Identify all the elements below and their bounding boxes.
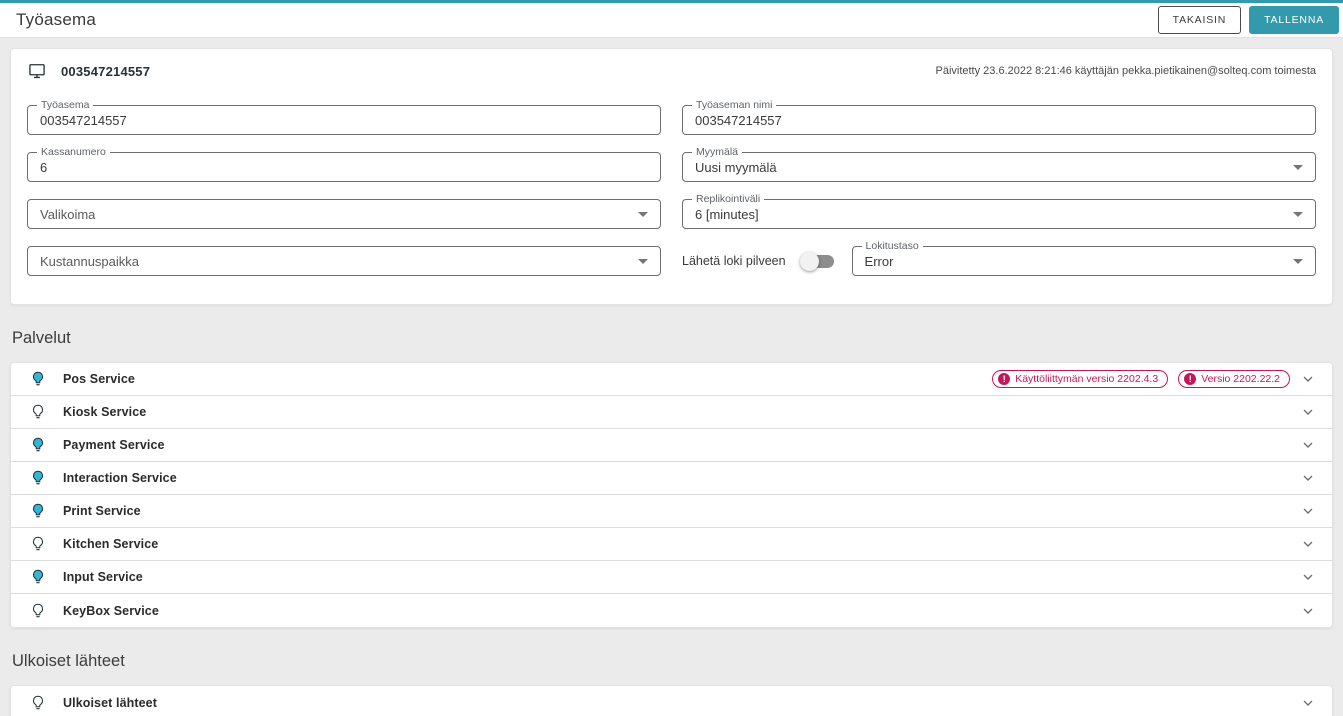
save-button[interactable]: TALLENNA	[1249, 6, 1339, 34]
caret-down-icon	[1293, 164, 1303, 170]
tyoasema-field[interactable]: Työasema 003547214557	[27, 99, 661, 135]
chevron-down-icon[interactable]	[1300, 470, 1316, 486]
caret-down-icon	[1293, 258, 1303, 264]
error-icon: !	[998, 373, 1011, 385]
service-name: Kiosk Service	[63, 405, 147, 419]
service-row-kitchen[interactable]: Kitchen Service	[11, 528, 1332, 561]
kustannuspaikka-select[interactable]: Kustannuspaikka	[27, 246, 661, 276]
tyoasema-label: Työasema	[37, 99, 94, 111]
external-sources-row[interactable]: Ulkoiset lähteet	[11, 686, 1332, 716]
valikoima-placeholder: Valikoima	[40, 206, 96, 222]
lightbulb-icon	[33, 371, 43, 386]
badge-text: Versio 2202.22.2	[1201, 373, 1280, 385]
chevron-down-icon[interactable]	[1300, 371, 1316, 387]
services-heading: Palvelut	[12, 329, 71, 347]
back-button[interactable]: TAKAISIN	[1157, 6, 1242, 34]
service-name: Input Service	[63, 570, 143, 584]
chevron-down-icon[interactable]	[1300, 503, 1316, 519]
external-source-name: Ulkoiset lähteet	[63, 695, 157, 710]
lokitustaso-label: Lokitustaso	[861, 240, 923, 252]
tyoaseman-nimi-label: Työaseman nimi	[692, 99, 777, 111]
tyoasema-value: 003547214557	[40, 112, 127, 128]
service-name: Interaction Service	[63, 471, 177, 485]
valikoima-select[interactable]: Valikoima	[27, 199, 661, 229]
lightbulb-icon	[33, 503, 43, 518]
replikointivali-label: Replikointiväli	[692, 193, 765, 205]
service-row-print[interactable]: Print Service	[11, 495, 1332, 528]
laheta-loki-label: Lähetä loki pilveen	[682, 254, 786, 268]
services-list: Pos Service ! Käyttöliittymän versio 220…	[10, 362, 1333, 628]
caret-down-icon	[1293, 211, 1303, 217]
log-settings-cell: Lähetä loki pilveen Lokitustaso Error	[682, 240, 1316, 276]
chevron-down-icon[interactable]	[1300, 695, 1316, 711]
chevron-down-icon[interactable]	[1300, 569, 1316, 585]
service-row-payment[interactable]: Payment Service	[11, 429, 1332, 462]
external-sources-heading: Ulkoiset lähteet	[12, 652, 125, 670]
tyoaseman-nimi-field[interactable]: Työaseman nimi 003547214557	[682, 99, 1316, 135]
main-content: 003547214557 Päivitetty 23.6.2022 8:21:4…	[0, 38, 1343, 716]
service-row-keybox[interactable]: KeyBox Service	[11, 594, 1332, 627]
workstation-card: 003547214557 Päivitetty 23.6.2022 8:21:4…	[10, 48, 1333, 305]
lightbulb-icon	[33, 437, 43, 452]
external-sources-list: Ulkoiset lähteet	[10, 685, 1333, 716]
replikointivali-select[interactable]: Replikointiväli 6 [minutes]	[682, 193, 1316, 229]
service-row-input[interactable]: Input Service	[11, 561, 1332, 594]
lightbulb-icon	[33, 569, 43, 584]
top-app-bar: Työasema TAKAISIN TALLENNA	[0, 0, 1343, 38]
kustannuspaikka-placeholder: Kustannuspaikka	[40, 253, 140, 269]
lightbulb-icon	[33, 695, 43, 709]
kassanumero-value: 6	[40, 159, 48, 175]
badge-text: Käyttöliittymän versio 2202.4.3	[1015, 373, 1159, 385]
chevron-down-icon[interactable]	[1300, 404, 1316, 420]
myymala-value: Uusi myymälä	[695, 159, 777, 175]
lokitustaso-value: Error	[864, 253, 894, 269]
service-row-right	[1300, 404, 1316, 420]
tyoaseman-nimi-value: 003547214557	[695, 112, 782, 128]
service-row-right	[1300, 437, 1316, 453]
version-badge: ! Versio 2202.22.2	[1178, 370, 1290, 388]
service-row-right	[1300, 603, 1316, 619]
kassanumero-field[interactable]: Kassanumero 6	[27, 146, 661, 182]
kassanumero-label: Kassanumero	[37, 146, 110, 158]
lightbulb-icon	[33, 404, 43, 419]
version-badge: ! Käyttöliittymän versio 2202.4.3	[992, 370, 1169, 388]
service-row-interaction[interactable]: Interaction Service	[11, 462, 1332, 495]
service-name: Payment Service	[63, 438, 165, 452]
lightbulb-icon	[33, 470, 43, 485]
service-row-right	[1300, 536, 1316, 552]
lightbulb-icon	[33, 603, 43, 617]
caret-down-icon	[638, 258, 648, 264]
service-name: Print Service	[63, 504, 141, 518]
service-row-right	[1300, 470, 1316, 486]
page-title: Työasema	[16, 10, 97, 29]
chevron-down-icon[interactable]	[1300, 536, 1316, 552]
monitor-icon	[29, 64, 45, 79]
replikointivali-value: 6 [minutes]	[695, 206, 759, 222]
workstation-card-header: 003547214557 Päivitetty 23.6.2022 8:21:4…	[27, 61, 1316, 81]
service-row-right	[1300, 503, 1316, 519]
lightbulb-icon	[33, 536, 43, 551]
caret-down-icon	[638, 211, 648, 217]
chevron-down-icon[interactable]	[1300, 603, 1316, 619]
service-name: KeyBox Service	[63, 603, 159, 618]
service-row-right	[1300, 695, 1316, 711]
workstation-id: 003547214557	[61, 63, 151, 79]
chevron-down-icon[interactable]	[1300, 437, 1316, 453]
workstation-identity: 003547214557	[27, 61, 150, 81]
laheta-loki-toggle[interactable]	[799, 251, 834, 271]
topbar-actions: TAKAISIN TALLENNA	[1157, 6, 1339, 34]
toggle-knob	[799, 251, 819, 271]
updated-info: Päivitetty 23.6.2022 8:21:46 käyttäjän p…	[935, 65, 1316, 77]
error-icon: !	[1184, 373, 1197, 385]
service-row-kiosk[interactable]: Kiosk Service	[11, 396, 1332, 429]
myymala-label: Myymälä	[692, 146, 743, 158]
workstation-form: Työasema 003547214557 Työaseman nimi 003…	[27, 99, 1316, 276]
service-row-pos[interactable]: Pos Service ! Käyttöliittymän versio 220…	[11, 363, 1332, 396]
service-row-right	[1300, 569, 1316, 585]
service-name: Kitchen Service	[63, 537, 159, 551]
service-row-right: ! Käyttöliittymän versio 2202.4.3 ! Vers…	[992, 370, 1316, 388]
lokitustaso-select[interactable]: Lokitustaso Error	[851, 240, 1316, 276]
myymala-select[interactable]: Myymälä Uusi myymälä	[682, 146, 1316, 182]
service-name: Pos Service	[63, 372, 135, 386]
